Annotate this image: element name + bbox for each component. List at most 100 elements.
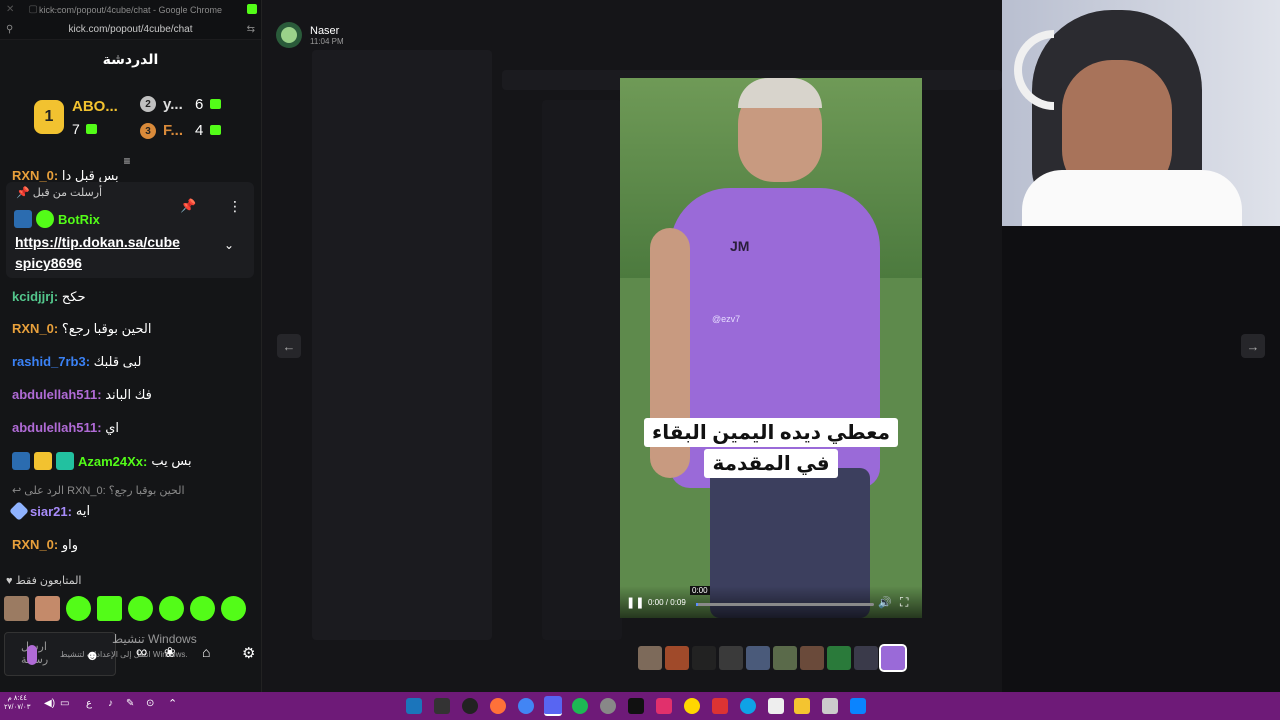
shirt-text: JM	[730, 238, 750, 254]
chat-message: Azam24Xx: بس يب	[12, 452, 192, 470]
chat-message: abdulellah511: اي	[12, 420, 120, 435]
settings-gear-icon[interactable]: ⚙	[242, 644, 255, 662]
app-icon[interactable]	[768, 698, 784, 714]
app-icon[interactable]	[822, 698, 838, 714]
leader-1-name: ABO...	[72, 98, 118, 115]
chrome-icon[interactable]	[518, 698, 534, 714]
tray-icon-a[interactable]: ✎	[126, 698, 134, 709]
more-options-icon[interactable]: ⋮	[228, 198, 242, 215]
tray-icon-b[interactable]: ⊙	[146, 698, 154, 709]
pinned-label: 📌 أرسلت من قبل	[16, 187, 103, 199]
page-settings-icon[interactable]: ⇆	[247, 24, 255, 35]
pinned-link[interactable]: https://tip.dokan.sa/cube spicy8696	[15, 232, 180, 274]
app-icon[interactable]	[406, 698, 422, 714]
obs-icon[interactable]	[462, 698, 478, 714]
discord-icon[interactable]	[544, 696, 562, 716]
fullscreen-icon[interactable]: ⛶	[900, 595, 908, 610]
emote-kick-5[interactable]	[190, 596, 215, 621]
volume-tray-icon[interactable]: ◀)	[44, 698, 55, 709]
close-icon[interactable]: ✕	[6, 4, 14, 15]
previous-arrow-icon[interactable]: ←	[277, 334, 301, 358]
thumbnail[interactable]	[692, 646, 716, 670]
kick-extension-icon[interactable]	[247, 4, 257, 14]
emote-kick-3[interactable]	[128, 596, 153, 621]
poster-name[interactable]: Naser	[310, 25, 344, 37]
leader-3-count: 4	[195, 122, 204, 139]
thumbnail[interactable]	[746, 646, 770, 670]
address-bar[interactable]: ⚲ kick.com/popout/4cube/chat ⇆	[0, 20, 261, 40]
emote-kick-1[interactable]	[66, 596, 91, 621]
emote-kick-6[interactable]	[221, 596, 246, 621]
mic-tray-icon[interactable]: ♪	[108, 698, 113, 709]
video-player[interactable]: JM @ezv7 معطي ديده اليمين البقاء في المق…	[620, 78, 922, 618]
chat-message: siar21: ايه	[9, 501, 90, 521]
chevron-down-icon[interactable]: ⌄	[224, 238, 234, 252]
poster-avatar[interactable]	[276, 22, 302, 48]
thumbnail[interactable]	[665, 646, 689, 670]
capcut-icon[interactable]	[628, 698, 644, 714]
mic-icon[interactable]	[27, 645, 37, 665]
maximize-icon[interactable]: ▢	[28, 4, 37, 15]
thumbnail-selected[interactable]	[879, 644, 907, 672]
subscriber-badge-icon	[56, 452, 74, 470]
edge-icon[interactable]	[740, 698, 756, 714]
file-explorer-icon[interactable]	[794, 698, 810, 714]
firefox-icon[interactable]	[490, 698, 506, 714]
leader-2-name[interactable]: y...	[163, 96, 183, 113]
pause-icon[interactable]: ❚❚	[626, 596, 644, 609]
chat-message: abdulellah511: فك الباند	[12, 387, 152, 402]
crown-badge-icon	[34, 452, 52, 470]
emote-kick-4[interactable]	[159, 596, 184, 621]
leader-1[interactable]: 1	[34, 100, 64, 134]
instagram-icon[interactable]	[656, 698, 672, 714]
settings-icon[interactable]	[600, 698, 616, 714]
gem-badge-icon	[9, 501, 29, 521]
leader-1-count: 7	[72, 121, 80, 137]
volume-icon[interactable]: 🔊	[878, 596, 892, 609]
heart-icon: ♥	[6, 575, 13, 587]
zoom-icon[interactable]: ⚲	[6, 24, 13, 35]
store-icon[interactable]: ⌂	[202, 644, 210, 660]
thumbnail[interactable]	[827, 646, 851, 670]
collapse-menu-icon[interactable]: ≡	[118, 154, 136, 168]
chat-window: ✕ ▢ — kick.com/popout/4cube/chat - Googl…	[0, 0, 262, 692]
pin-icon: 📌	[16, 187, 30, 199]
thumbnail[interactable]	[773, 646, 797, 670]
next-arrow-icon[interactable]: →	[1241, 334, 1265, 358]
language-indicator[interactable]: ع	[86, 698, 92, 709]
media-thumbnails	[638, 644, 907, 672]
emote-face-1[interactable]	[4, 596, 29, 621]
gold-medal-icon: 1	[34, 100, 64, 134]
thumbnail[interactable]	[638, 646, 662, 670]
chat-message: RXN_0: الحين بوقبا رجع؟	[12, 321, 152, 336]
chat-header: الدردشة	[102, 50, 159, 67]
thumbnail[interactable]	[719, 646, 743, 670]
seek-bar[interactable]	[696, 603, 874, 606]
leader-3-name[interactable]: F...	[163, 122, 183, 139]
system-clock[interactable]: ٨:٤٤ م ٢٧/٠٧/٠٣	[4, 694, 30, 712]
url-text[interactable]: kick.com/popout/4cube/chat	[69, 24, 193, 35]
reply-note[interactable]: ↩ الرد على RXN_0: الحين بوقبا رجع؟	[12, 484, 185, 497]
windows-start-icon[interactable]	[850, 698, 866, 714]
emote-kick-2[interactable]	[97, 596, 122, 621]
spotify-icon[interactable]	[572, 698, 588, 714]
app-icon[interactable]	[712, 698, 728, 714]
followers-only-notice: ♥ المتابعون فقط	[6, 575, 82, 587]
unpin-icon[interactable]: 📌	[180, 198, 196, 214]
thumbnail[interactable]	[854, 646, 878, 670]
silver-medal-icon: 2	[140, 96, 156, 112]
video-controls: ❚❚ 0:00 / 0:09 0:00 🔊 ⛶	[620, 586, 922, 618]
gift-icon	[210, 125, 221, 135]
minimize-icon[interactable]: —	[52, 4, 62, 15]
emote-face-2[interactable]	[35, 596, 60, 621]
bronze-medal-icon: 3	[140, 123, 156, 139]
snapchat-icon[interactable]	[684, 698, 700, 714]
leader-2-count: 6	[195, 96, 204, 113]
windows-activation-title: تنشيط Windows	[112, 632, 197, 646]
thumbnail[interactable]	[800, 646, 824, 670]
bg-channel-list	[312, 50, 492, 640]
window-controls[interactable]: ✕ ▢ —	[6, 4, 62, 15]
network-tray-icon[interactable]: ▭	[60, 698, 69, 709]
show-hidden-icons-chevron-icon[interactable]: ⌃	[168, 697, 177, 710]
app-icon[interactable]	[434, 698, 450, 714]
